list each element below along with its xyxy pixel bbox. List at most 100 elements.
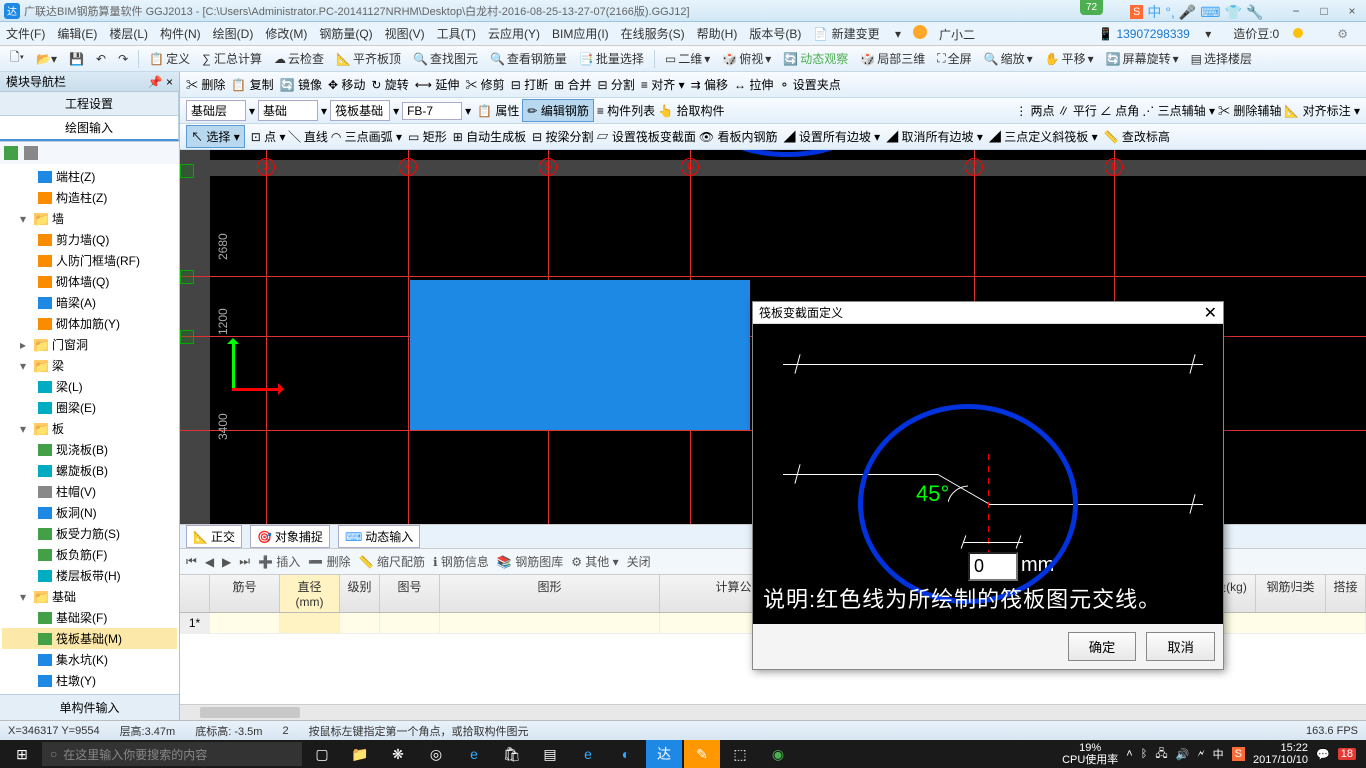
new-change-button[interactable]: 📄 新建变更 ▾ [813,25,901,42]
component-name-select[interactable]: FB-7 [402,102,462,120]
menu-online[interactable]: 在线服务(S) [621,25,685,42]
view-slab-rebar-button[interactable]: 👁 看板内钢筋 [699,128,778,145]
menu-view[interactable]: 视图(V) [385,25,425,42]
extend-button[interactable]: ⟷ 延伸 [415,76,460,93]
tree-item[interactable]: 剪力墙(Q) [2,229,177,250]
nav-first-icon[interactable]: ⏮ [186,554,197,569]
save-icon[interactable]: 💾 [65,50,88,68]
tree-item[interactable]: 集水坑(K) [2,649,177,670]
glodon-icon[interactable]: 达 [646,740,682,768]
trim-button[interactable]: ✂ 修剪 [465,76,504,93]
menu-version[interactable]: 版本号(B) [749,25,801,42]
menu-help[interactable]: 帮助(H) [697,25,738,42]
shirt-icon[interactable]: 👕 [1225,4,1242,21]
cancel-all-slope-button[interactable]: ◢ 取消所有边坡 ▾ [886,128,983,145]
select-tool-button[interactable]: ↖ 选择 ▾ [186,125,245,148]
wrench-icon[interactable]: 🔧 [1246,4,1263,21]
three-point-raft-button[interactable]: ◢ 三点定义斜筏板 ▾ [989,128,1098,145]
maximize-button[interactable]: □ [1314,4,1334,18]
edge-icon[interactable]: e [456,740,492,768]
tray-sogou-icon[interactable]: S [1232,747,1245,761]
h-scrollbar[interactable] [180,704,1366,720]
ime-punct-icon[interactable]: °, [1165,4,1175,20]
tree-folder[interactable]: ▸📁门窗洞 [2,334,177,355]
edit-rebar-button[interactable]: ✏ 编辑钢筋 [522,99,593,122]
top-view-button[interactable]: 🎲 俯视 ▾ [718,48,775,69]
dynamic-view-button[interactable]: 🔄 动态观察 [779,48,852,69]
select-floor-button[interactable]: ▤ 选择楼层 [1187,48,1256,69]
tree-item[interactable]: 梁(L) [2,376,177,397]
component-tree[interactable]: 端柱(Z)构造柱(Z)▾📁墙剪力墙(Q)人防门框墙(RF)砌体墙(Q)暗梁(A)… [0,164,179,694]
menu-tools[interactable]: 工具(T) [437,25,476,42]
set-all-slope-button[interactable]: ◢ 设置所有边坡 ▾ [783,128,880,145]
explorer-icon[interactable]: 📁 [342,740,378,768]
start-button[interactable]: ⊞ [4,740,40,768]
task-view-button[interactable]: ▢ [304,740,340,768]
mic-icon[interactable]: 🎤 [1179,4,1196,21]
insert-button[interactable]: ➕ 插入 [258,553,300,570]
app-icon-1[interactable]: ❋ [380,740,416,768]
align-button[interactable]: ≡ 对齐 ▾ [641,76,685,93]
batch-select-button[interactable]: 📑 批量选择 [575,48,648,69]
tree-item[interactable]: 基础梁(F) [2,607,177,628]
fullscreen-button[interactable]: ⛶ 全屏 [933,48,975,69]
minimize-button[interactable]: − [1286,4,1306,18]
tree-item[interactable]: 螺旋板(B) [2,460,177,481]
split-button[interactable]: ⊟ 分割 [598,76,635,93]
app-icon-5[interactable]: ✎ [684,740,720,768]
three-point-axis-button[interactable]: ⋰ 三点辅轴 ▾ [1142,102,1215,119]
menu-floor[interactable]: 楼层(L) [109,25,148,42]
tree-folder[interactable]: ▾📁墙 [2,208,177,229]
properties-button[interactable]: 📋 属性 [477,102,519,119]
single-component-input[interactable]: 单构件输入 [0,694,179,720]
app-icon-7[interactable]: ◉ [760,740,796,768]
tray-up-icon[interactable]: ˄ [1126,748,1132,760]
store-icon[interactable]: 🛍 [494,740,530,768]
tray-bat-icon[interactable]: 🗲 [1197,748,1204,761]
menu-rebar[interactable]: 钢筋量(Q) [319,25,372,42]
grip-button[interactable]: ⚬ 设置夹点 [779,76,840,93]
app-icon-4[interactable]: ◐ [608,740,644,768]
copy-button[interactable]: 📋 复制 [231,76,273,93]
menu-draw[interactable]: 绘图(D) [213,25,254,42]
point-angle-button[interactable]: ∠ 点角 [1100,102,1139,119]
settings-icon[interactable]: ⚙ [1337,27,1348,41]
tree-item[interactable]: 砌体墙(Q) [2,271,177,292]
osnap-button[interactable]: 🎯对象捕捉 [250,525,330,548]
split-by-beam-button[interactable]: ⊟ 按梁分割 [532,128,593,145]
keyboard-icon[interactable]: ⌨ [1200,4,1220,21]
delete-row-button[interactable]: ➖ 删除 [308,553,350,570]
tree-item[interactable]: 楼层板带(H) [2,565,177,586]
sogou-icon[interactable]: S [1130,5,1143,19]
define-button[interactable]: 📋 定义 [145,48,194,69]
tray-vol-icon[interactable]: 🔊 [1176,748,1190,761]
close-panel-button[interactable]: 关闭 [627,553,651,570]
menu-file[interactable]: 文件(F) [6,25,45,42]
component-list-button[interactable]: ≡ 构件列表 [597,102,655,119]
break-button[interactable]: ⊟ 打断 [511,76,548,93]
tree-folder[interactable]: ▾📁板 [2,418,177,439]
tab-project-settings[interactable]: 工程设置 [0,92,179,115]
tree-item[interactable]: 圈梁(E) [2,397,177,418]
nav-tool-icon-2[interactable] [24,146,38,160]
ok-button[interactable]: 确定 [1068,632,1137,661]
menu-modify[interactable]: 修改(M) [265,25,307,42]
component-type-select[interactable]: 筏板基础 [330,100,390,121]
dialog-close-button[interactable]: ✕ [1204,303,1217,323]
view-rebar-button[interactable]: 🔍 查看钢筋量 [486,48,571,69]
2d-button[interactable]: ▭ 二维 ▾ [661,48,714,69]
tree-item[interactable]: 暗梁(A) [2,292,177,313]
tree-folder[interactable]: ▾📁梁 [2,355,177,376]
nav-close-icon[interactable]: × [166,75,173,89]
tab-draw-input[interactable]: 绘图输入 [0,116,179,141]
cloud-check-button[interactable]: ☁ 云检查 [270,48,328,69]
other-button[interactable]: ⚙ 其他 ▾ [571,553,618,570]
nav-tool-icon-1[interactable] [4,146,18,160]
level-top-button[interactable]: 📐 平齐板顶 [332,48,405,69]
layer-select[interactable]: 基础层 [186,100,246,121]
zoom-button[interactable]: 🔍 缩放 ▾ [980,48,1037,69]
clock[interactable]: 15:222017/10/10 [1253,742,1308,766]
redo-icon[interactable]: ↷ [114,50,132,68]
tree-item[interactable]: 砌体加筋(Y) [2,313,177,334]
scale-rebar-button[interactable]: 📏 缩尺配筋 [359,553,425,570]
